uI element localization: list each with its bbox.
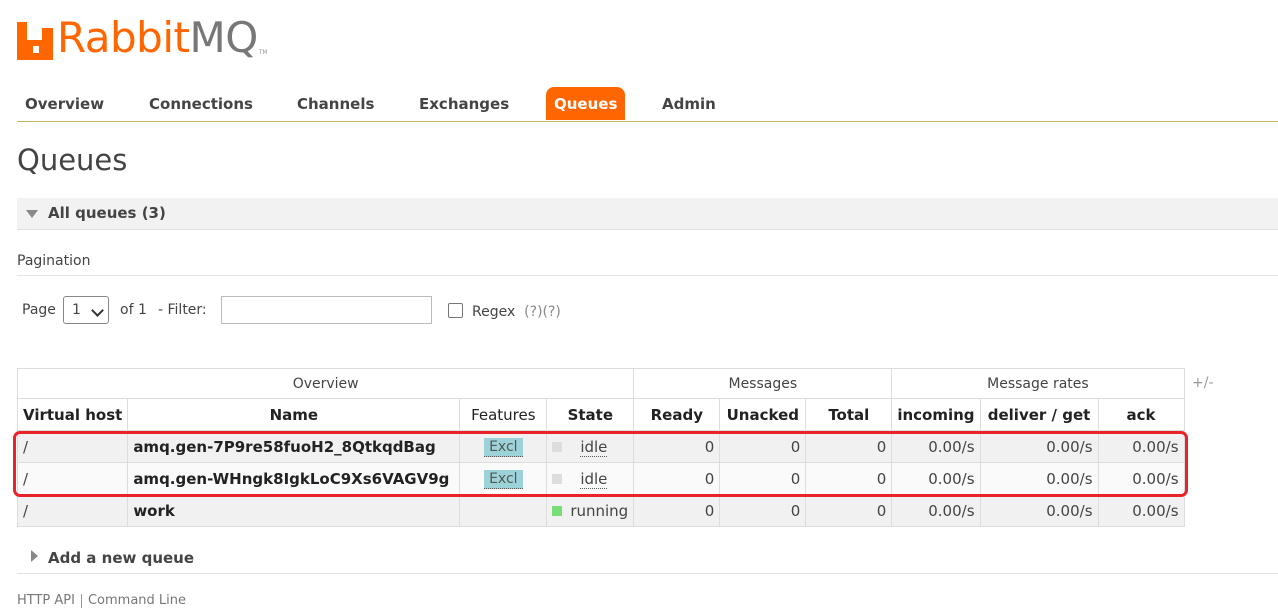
features-cell [459,494,548,527]
ack-cell: 0.00/s [1097,494,1185,527]
divider [80,593,82,608]
deliver-get-cell: 0.00/s [979,462,1099,495]
col-unacked[interactable]: Unacked [719,398,807,431]
state-text: idle [580,469,608,489]
footer: HTTP API Command Line [17,593,186,608]
col-features: Features [459,398,548,431]
total-cell: 0 [805,430,893,463]
state-text: running [570,501,629,520]
column-options-toggle[interactable]: +/- [1192,375,1214,391]
regex-label-group: Regex (?)(?) [472,304,561,320]
tab-admin[interactable]: Admin [654,87,724,120]
divider [17,275,1278,276]
trademark-mark: TM [258,49,268,56]
logo-wordmark: RabbitMQ [57,13,258,62]
vhost-cell: / [16,494,129,527]
col-ack[interactable]: ack [1097,398,1185,431]
col-virtual-host[interactable]: Virtual host [16,398,129,431]
incoming-cell: 0.00/s [891,494,981,527]
unacked-cell: 0 [719,430,807,463]
ready-cell: 0 [633,494,721,527]
state-cell: idle [546,462,635,495]
col-name[interactable]: Name [127,398,461,431]
state-cell: running [546,494,635,527]
group-messages: Messages [633,368,893,399]
page-title: Queues [17,143,128,177]
queues-table: Overview Messages Message rates Virtual … [16,368,1185,527]
collapse-triangle-icon [26,210,38,218]
tab-channels[interactable]: Channels [289,87,382,120]
chevron-down-icon [91,304,104,317]
group-message-rates: Message rates [891,368,1185,399]
ack-cell: 0.00/s [1097,462,1185,495]
main-nav: Overview Connections Channels Exchanges … [17,87,1278,122]
features-cell: Excl [459,462,548,495]
col-deliver-get[interactable]: deliver / get [979,398,1099,431]
all-queues-header: All queues (3) [48,204,166,222]
state-indicator-icon [552,474,563,484]
footer-link-command-line[interactable]: Command Line [88,593,186,608]
add-queue-section-toggle[interactable]: Add a new queue [17,541,1278,574]
features-cell: Excl [459,430,548,463]
add-queue-label: Add a new queue [48,549,195,567]
unacked-cell: 0 [719,462,807,495]
tab-queues[interactable]: Queues [546,87,626,120]
incoming-cell: 0.00/s [891,462,981,495]
tab-connections[interactable]: Connections [141,87,261,120]
tab-overview[interactable]: Overview [17,87,112,120]
regex-label: Regex [472,304,516,320]
queue-name-link[interactable]: amq.gen-7P9re58fuoH2_8QtkqdBag [127,430,461,463]
queue-name-link[interactable]: amq.gen-WHngk8IgkLoC9Xs6VAGV9g [127,462,461,495]
filter-label: - Filter: [158,302,207,318]
regex-help-link-2[interactable]: (?) [543,304,561,320]
unacked-cell: 0 [719,494,807,527]
deliver-get-cell: 0.00/s [979,494,1099,527]
col-total[interactable]: Total [805,398,893,431]
expand-triangle-icon [31,550,38,562]
feature-badge: Excl [484,469,523,489]
page-count-label: of 1 [120,302,147,318]
state-text: idle [580,437,608,457]
rabbitmq-logo-icon [17,22,53,60]
table-row: / work running 0 0 0 0.00/s 0.00/s 0.00/… [16,494,1185,527]
regex-checkbox[interactable] [448,303,463,318]
table-row: / amq.gen-WHngk8IgkLoC9Xs6VAGV9g Excl id… [16,462,1185,495]
filter-input[interactable] [221,296,432,324]
pagination-title: Pagination [17,253,91,269]
col-incoming[interactable]: incoming [891,398,981,431]
all-queues-section-toggle[interactable]: All queues (3) [17,198,1278,230]
ack-cell: 0.00/s [1097,430,1185,463]
ready-cell: 0 [633,430,721,463]
page-select[interactable]: 1 [63,296,109,324]
table-row: / amq.gen-7P9re58fuoH2_8QtkqdBag Excl id… [16,430,1185,463]
vhost-cell: / [16,462,129,495]
tab-exchanges[interactable]: Exchanges [411,87,517,120]
vhost-cell: / [16,430,129,463]
group-overview: Overview [16,368,635,399]
col-state[interactable]: State [546,398,635,431]
total-cell: 0 [805,494,893,527]
state-cell: idle [546,430,635,463]
state-indicator-icon [552,506,563,516]
feature-badge: Excl [484,437,523,457]
ready-cell: 0 [633,462,721,495]
incoming-cell: 0.00/s [891,430,981,463]
col-ready[interactable]: Ready [633,398,721,431]
page-label: Page [22,302,56,318]
rabbitmq-logo: RabbitMQ TM [17,12,268,60]
queue-name-link[interactable]: work [127,494,461,527]
footer-link-http-api[interactable]: HTTP API [17,593,75,608]
total-cell: 0 [805,462,893,495]
regex-help-link[interactable]: (?) [524,304,542,320]
state-indicator-icon [552,442,563,452]
page-select-value: 1 [72,302,81,318]
deliver-get-cell: 0.00/s [979,430,1099,463]
